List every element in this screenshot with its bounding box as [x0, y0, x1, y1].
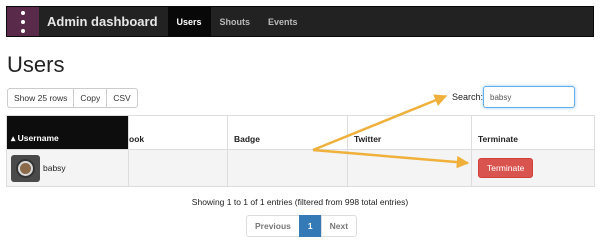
page-1-button[interactable]: 1: [298, 215, 322, 237]
export-button-group: Show 25 rows Copy CSV: [7, 88, 138, 108]
facebook-cell: [128, 149, 228, 187]
csv-button[interactable]: CSV: [106, 88, 138, 108]
copy-button[interactable]: Copy: [73, 88, 108, 108]
table-info-text: Showing 1 to 1 of 1 entries (filtered fr…: [191, 197, 409, 207]
table-row: babsy Terminate: [6, 149, 595, 187]
nav-item-events[interactable]: Events: [259, 7, 307, 36]
nav-item-users[interactable]: Users: [167, 7, 211, 36]
twitter-cell: [347, 149, 472, 187]
username-cell: babsy: [6, 149, 129, 187]
users-table: ▴ Username ook Badge Twitter Terminate b…: [6, 115, 595, 187]
app-logo-icon[interactable]: [7, 7, 39, 36]
brand-title[interactable]: Admin dashboard: [39, 7, 168, 36]
badge-cell: [227, 149, 348, 187]
search-label: Search:: [452, 92, 484, 102]
avatar: [11, 154, 40, 182]
nav-item-shouts[interactable]: Shouts: [211, 7, 260, 36]
next-page-button[interactable]: Next: [320, 215, 358, 237]
column-header-twitter[interactable]: Twitter: [347, 115, 472, 150]
page-title: Users: [7, 52, 65, 77]
column-header-badge[interactable]: Badge: [227, 115, 348, 150]
column-header-facebook[interactable]: ook: [128, 115, 228, 150]
previous-page-button[interactable]: Previous: [246, 215, 300, 237]
terminate-cell: Terminate: [471, 149, 595, 187]
search-input[interactable]: [483, 86, 575, 108]
column-header-username[interactable]: ▴ Username: [6, 115, 129, 150]
top-navbar: Admin dashboard Users Shouts Events: [6, 6, 594, 37]
pagination: Previous 1 Next: [246, 215, 358, 237]
column-header-terminate[interactable]: Terminate: [471, 115, 595, 150]
terminate-button[interactable]: Terminate: [478, 158, 534, 178]
table-header-row: ▴ Username ook Badge Twitter Terminate: [6, 115, 595, 150]
show-rows-button[interactable]: Show 25 rows: [7, 88, 75, 108]
username-text: babsy: [43, 163, 66, 173]
